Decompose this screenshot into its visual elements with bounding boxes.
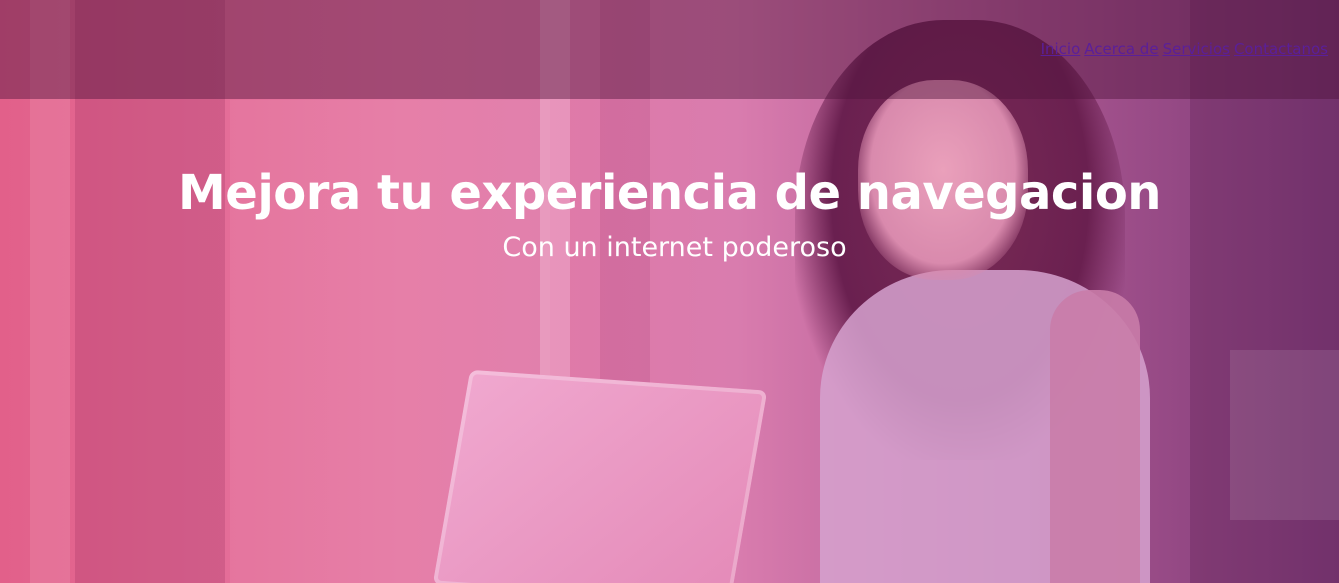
- room-shelf: [1230, 350, 1339, 520]
- woman-arm: [1050, 290, 1140, 583]
- nav-link-inicio[interactable]: Inicio: [1041, 40, 1081, 58]
- nav-link-contactanos[interactable]: Contactanos: [1234, 40, 1328, 58]
- nav-link-servicios[interactable]: Servicios: [1163, 40, 1230, 58]
- hero-title: Mejora tu experiencia de navegacion: [178, 165, 1161, 221]
- hero-subtitle: Con un internet poderoso: [502, 232, 847, 263]
- laptop: [432, 369, 768, 583]
- main-nav: Inicio Acerca de Servicios Contactanos: [1041, 40, 1328, 58]
- top-navigation-bar: Inicio Acerca de Servicios Contactanos: [0, 0, 1339, 99]
- nav-link-acerca-de[interactable]: Acerca de: [1084, 40, 1158, 58]
